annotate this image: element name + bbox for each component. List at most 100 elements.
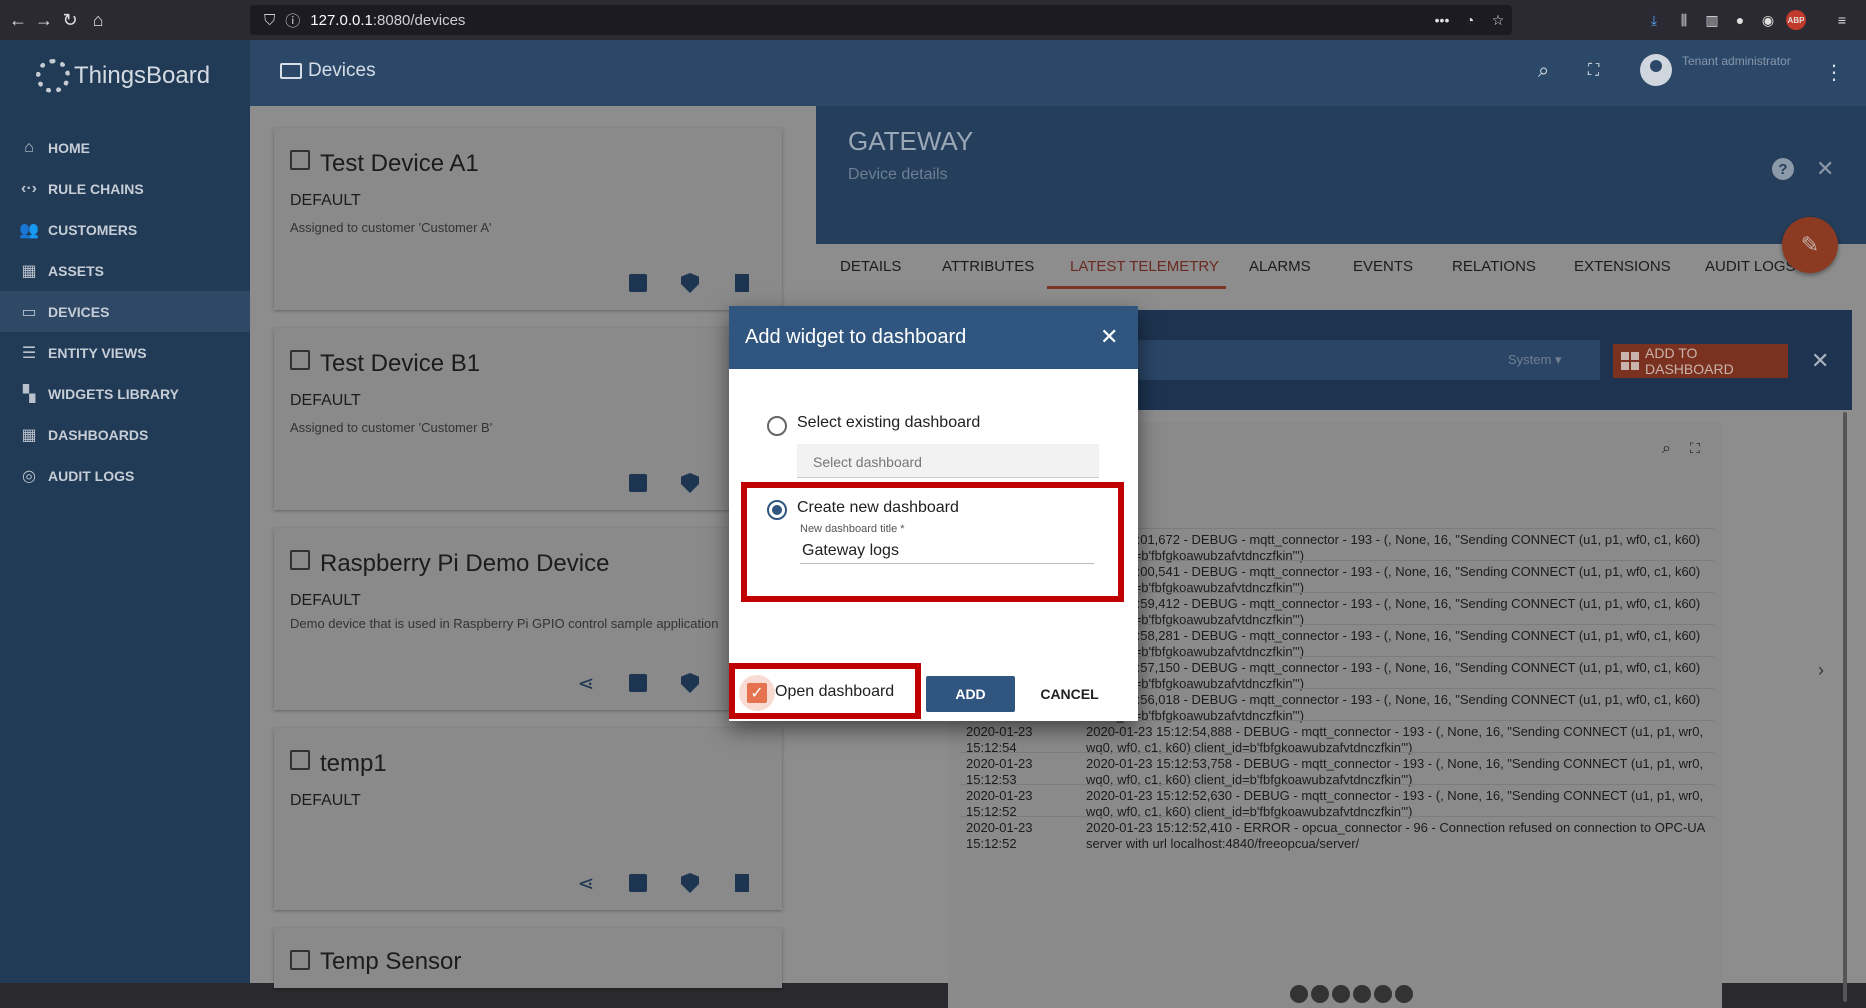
devices-icon — [280, 63, 302, 79]
add-button[interactable]: ADD — [926, 676, 1015, 712]
credentials-shield-icon[interactable] — [679, 672, 701, 694]
sidebar-toggle-icon[interactable]: ▥ — [1702, 10, 1722, 30]
avatar[interactable] — [1640, 54, 1672, 86]
sidebar-item-home[interactable]: ⌂ HOME — [0, 127, 250, 168]
close-icon[interactable]: ✕ — [1100, 324, 1118, 350]
logo-text: ThingsBoard — [74, 62, 211, 89]
search-icon[interactable]: ⌕ — [1662, 440, 1671, 458]
url-bar[interactable]: ⛉ ⓘ 127.0.0.1:8080/devices — [250, 5, 1512, 35]
account-icon[interactable]: ● — [1730, 10, 1750, 30]
delete-icon[interactable] — [731, 872, 753, 894]
browser-menu-icon[interactable]: ≡ — [1832, 10, 1852, 30]
devices-icon: ▭ — [21, 303, 37, 321]
assign-icon[interactable] — [627, 672, 649, 694]
device-name: Test Device B1 — [320, 350, 481, 377]
tab-attributes[interactable]: ATTRIBUTES — [942, 258, 1034, 275]
device-card[interactable]: Test Device B1 DEFAULT Assigned to custo… — [274, 328, 782, 510]
sidebar-item-rule-chains[interactable]: ‹·› RULE CHAINS — [0, 168, 250, 209]
device-checkbox[interactable] — [290, 550, 310, 570]
forward-icon[interactable]: → — [32, 8, 56, 32]
logo[interactable]: ThingsBoard — [36, 52, 210, 100]
device-checkbox[interactable] — [290, 150, 310, 170]
sidebar: ThingsBoard ⌂ HOME ‹·› RULE CHAINS 👥 CUSTOM… — [0, 40, 250, 983]
home-browser-icon[interactable]: ⌂ — [86, 8, 110, 32]
sidebar-item-devices[interactable]: ▭ DEVICES — [0, 291, 250, 332]
credentials-shield-icon[interactable] — [679, 872, 701, 894]
add-to-dashboard-button[interactable]: ADD TO DASHBOARD — [1613, 344, 1788, 378]
bundle-select-value: System — [1508, 352, 1552, 367]
sidebar-item-customers[interactable]: 👥 CUSTOMERS — [0, 209, 250, 250]
edit-fab[interactable]: ✎ — [1782, 217, 1838, 273]
fullscreen-icon[interactable]: ⛶ — [1588, 62, 1599, 80]
fullscreen-icon[interactable]: ⛶ — [1690, 440, 1700, 457]
delete-icon[interactable] — [731, 272, 753, 294]
scrollbar[interactable] — [1843, 412, 1847, 1002]
close-icon[interactable]: ✕ — [1816, 156, 1834, 182]
info-icon: ⓘ — [285, 12, 301, 30]
assign-icon[interactable] — [627, 872, 649, 894]
bundle-select[interactable]: System ▾ — [1508, 352, 1561, 368]
help-icon[interactable]: ? — [1772, 158, 1794, 180]
shield-icon: ⛉ — [264, 11, 276, 29]
download-icon[interactable]: ⤓ — [1644, 10, 1664, 30]
tab-extensions[interactable]: EXTENSIONS — [1574, 258, 1671, 275]
tab-details[interactable]: DETAILS — [840, 258, 901, 275]
device-name: Test Device A1 — [320, 150, 479, 177]
library-icon[interactable]: ⫼ — [1674, 10, 1694, 30]
unassign-icon[interactable] — [627, 472, 649, 494]
unassign-icon[interactable] — [627, 272, 649, 294]
sidebar-item-label: WIDGETS LIBRARY — [48, 385, 179, 402]
top-bar: Devices ⌕ ⛶ Tenant administrator ⋮ — [250, 40, 1866, 106]
radio-existing-dashboard[interactable] — [767, 416, 787, 436]
device-checkbox[interactable] — [290, 750, 310, 770]
tab-relations[interactable]: RELATIONS — [1452, 258, 1536, 275]
device-card[interactable]: Raspberry Pi Demo Device DEFAULT Demo de… — [274, 528, 782, 710]
search-icon[interactable]: ⌕ — [1538, 60, 1549, 83]
sidebar-item-entity-views[interactable]: ☰ ENTITY VIEWS — [0, 332, 250, 373]
sidebar-item-label: CUSTOMERS — [48, 221, 138, 238]
more-actions-icon[interactable]: ••• — [1432, 10, 1452, 30]
reload-icon[interactable]: ↻ — [58, 8, 82, 32]
share-icon[interactable]: ⋖ — [575, 672, 597, 695]
back-icon[interactable]: ← — [6, 8, 30, 32]
share-icon[interactable]: ⋖ — [575, 872, 597, 895]
device-description: Assigned to customer 'Customer A' — [290, 220, 492, 235]
chevron-right-icon[interactable]: › — [1818, 660, 1824, 681]
device-description: Demo device that is used in Raspberry Pi… — [290, 616, 719, 631]
more-vert-icon[interactable]: ⋮ — [1824, 60, 1844, 85]
credentials-shield-icon[interactable] — [679, 272, 701, 294]
highlight-box — [741, 482, 1124, 602]
credentials-shield-icon[interactable] — [679, 472, 701, 494]
extension-icon[interactable]: ◉ — [1758, 10, 1778, 30]
cancel-button[interactable]: CANCEL — [1025, 676, 1114, 712]
device-card[interactable]: temp1 DEFAULT ⋖ — [274, 728, 782, 910]
tab-latest-telemetry[interactable]: LATEST TELEMETRY — [1070, 258, 1219, 275]
rule-chains-icon: ‹·› — [21, 179, 37, 197]
tab-audit-logs[interactable]: AUDIT LOGS — [1705, 258, 1796, 275]
sidebar-item-assets[interactable]: ▦ ASSETS — [0, 250, 250, 291]
device-type: DEFAULT — [290, 592, 361, 609]
radio-existing-label: Select existing dashboard — [797, 414, 981, 431]
dashboard-select[interactable]: Select dashboard — [797, 444, 1099, 478]
device-checkbox[interactable] — [290, 950, 310, 970]
table-row: 2020-01-23 15:12:53 2020-01-23 15:12:53,7… — [960, 752, 1714, 787]
add-widget-dialog: Add widget to dashboard ✕ Select existin… — [729, 306, 1138, 721]
sidebar-item-dashboards[interactable]: ▦ DASHBOARDS — [0, 414, 250, 455]
device-card[interactable]: Test Device A1 DEFAULT Assigned to custo… — [274, 128, 782, 310]
sidebar-item-audit-logs[interactable]: ◎ AUDIT LOGS — [0, 455, 250, 496]
device-checkbox[interactable] — [290, 350, 310, 370]
audit-logs-icon: ◎ — [22, 467, 36, 485]
close-icon[interactable]: ✕ — [1811, 348, 1829, 374]
panel-title: GATEWAY — [848, 126, 974, 156]
sidebar-item-widgets-library[interactable]: ▚ WIDGETS LIBRARY — [0, 373, 250, 414]
user-role: Tenant administrator — [1682, 54, 1791, 68]
device-card[interactable]: Temp Sensor — [274, 928, 782, 988]
bookmark-star-icon[interactable]: ☆ — [1488, 10, 1508, 30]
tab-events[interactable]: EVENTS — [1353, 258, 1413, 275]
panel-subtitle: Device details — [848, 166, 948, 183]
device-name: temp1 — [320, 750, 387, 777]
adblock-icon[interactable]: ABP — [1786, 10, 1806, 30]
table-row: 2020-01-23 15:12:52 2020-01-23 15:12:52,4… — [960, 816, 1714, 851]
tab-alarms[interactable]: ALARMS — [1249, 258, 1311, 275]
pocket-icon[interactable]: ◔ — [1460, 10, 1480, 30]
